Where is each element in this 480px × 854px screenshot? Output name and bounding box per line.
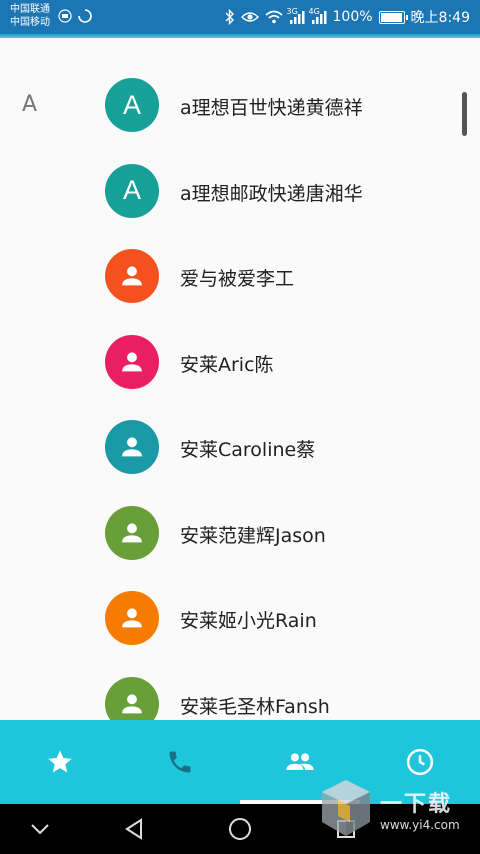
wifi-icon [264, 10, 283, 24]
phone-icon [169, 751, 191, 773]
watermark-text: 一下载 [380, 792, 453, 817]
clock-time: 晚上8:49 [410, 10, 470, 26]
contact-list[interactable]: A Aa理想百世快递黄德祥 Aa理想邮政快递唐湘华 爱与被爱李工 安莱Aric陈 安莱C… [0, 38, 480, 720]
contact-row[interactable]: 安莱毛圣林Fansh [0, 676, 480, 720]
contact-name: 安莱范建辉Jason [180, 524, 326, 547]
battery-icon [378, 10, 408, 24]
loading-icon [78, 9, 92, 23]
person-icon [122, 693, 142, 713]
signal-4g: 4G [308, 7, 327, 24]
home-button[interactable] [200, 804, 280, 854]
bluetooth-icon [225, 9, 234, 25]
contact-row[interactable]: 安莱Aric陈 [0, 334, 480, 420]
contact-avatar [105, 591, 159, 645]
person-icon [122, 608, 142, 628]
back-triangle-icon [125, 818, 142, 840]
watermark-url: www.yi4.com [380, 818, 460, 832]
person-icon [122, 522, 142, 542]
chevron-down-icon [31, 824, 49, 835]
contact-avatar [105, 334, 159, 389]
battery-fill [380, 12, 402, 22]
contact-avatar [105, 505, 159, 560]
person-icon [122, 266, 142, 286]
status-left-icons [58, 9, 92, 23]
hd-call-icon [58, 9, 72, 23]
contact-name: 安莱Aric陈 [180, 353, 274, 376]
star-icon [48, 750, 72, 773]
carrier-2: 中国移动 [10, 17, 50, 28]
tab-favorites[interactable] [0, 720, 120, 804]
contact-name: 安莱毛圣林Fansh [180, 695, 330, 718]
hide-nav-button[interactable] [0, 804, 80, 854]
contacts-icon [286, 753, 314, 770]
contact-avatar: A [105, 163, 159, 218]
contact-name: a理想百世快递黄德祥 [180, 97, 363, 119]
back-button[interactable] [94, 804, 174, 854]
contact-row[interactable]: 爱与被爱李工 [0, 249, 480, 334]
contact-avatar [105, 420, 159, 474]
contact-avatar [105, 676, 159, 720]
contact-name: 爱与被爱李工 [180, 268, 295, 290]
net-4g-label: 4G [308, 7, 320, 16]
scrollbar[interactable] [462, 92, 467, 136]
contact-avatar: A [105, 78, 159, 132]
avatar-initial: A [122, 175, 141, 205]
contact-row[interactable]: 安莱姬小光Rain [0, 591, 480, 676]
contact-row[interactable]: 安莱范建辉Jason [0, 505, 480, 591]
home-circle-icon [229, 818, 251, 840]
contact-row[interactable]: Aa理想百世快递黄德祥 [0, 78, 480, 163]
net-3g-label: 3G [286, 7, 298, 16]
clock-icon [406, 748, 434, 776]
watermark: 一下载 www.yi4.com [318, 774, 468, 844]
status-bar: 中国联通 中国移动 3G 4G 100% 晚上8:49 [0, 0, 480, 38]
signal-3g: 3G [286, 7, 305, 24]
watermark-cube-logo [322, 780, 370, 836]
person-icon [122, 437, 142, 457]
battery-percent: 100% [332, 9, 373, 25]
contact-name: 安莱Caroline蔡 [180, 439, 316, 461]
person-icon [122, 351, 142, 371]
contacts-screen: 中国联通 中国移动 3G 4G 100% 晚上8:49 A A a理想百世快递黄… [0, 0, 480, 854]
contact-avatar [105, 249, 159, 303]
carrier-labels: 中国联通 中国移动 [10, 3, 50, 29]
contact-row[interactable]: 安莱Caroline蔡 [0, 420, 480, 505]
status-right: 3G 4G 100% 晚上8:49 [225, 7, 470, 27]
contact-name: a理想邮政快递唐湘华 [180, 182, 363, 205]
contact-row[interactable]: Aa理想邮政快递唐湘华 [0, 163, 480, 249]
contact-name: 安莱姬小光Rain [180, 610, 317, 632]
eye-icon [240, 12, 259, 22]
carrier-1: 中国联通 [10, 4, 50, 15]
avatar-initial: A [122, 89, 141, 120]
tab-calls[interactable] [120, 720, 240, 804]
